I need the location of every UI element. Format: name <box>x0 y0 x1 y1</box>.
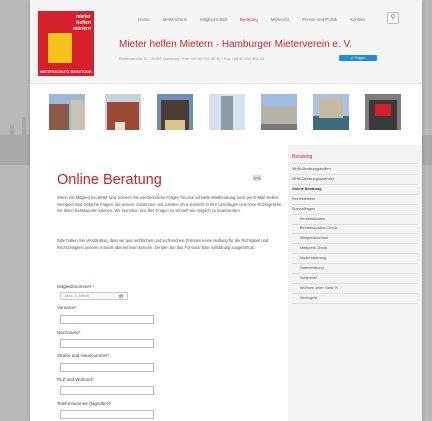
divider <box>292 282 418 284</box>
page-title: Online Beratung <box>57 172 162 188</box>
photo-strip <box>30 85 422 145</box>
sidebar-item[interactable]: Rechtstelefon <box>292 197 315 201</box>
sidebar-heading[interactable]: Beratung <box>292 154 312 160</box>
check-icon: ✔ <box>350 56 354 60</box>
divider <box>292 193 418 195</box>
sidebar-item[interactable]: Mietpreisbremse <box>300 236 328 240</box>
sidebar-item[interactable]: Modernisierung <box>300 256 326 260</box>
search-button[interactable]: ⚲ <box>387 12 399 24</box>
divider <box>292 174 418 175</box>
eye-icon[interactable]: 👁 <box>118 294 124 300</box>
photo-tower <box>209 94 245 130</box>
photo-apartments <box>157 94 193 130</box>
site-title: Mieter helfen Mietern · Hamburger Mieter… <box>119 39 353 50</box>
sidebar-item[interactable]: MHM-Beratungskalender <box>292 177 334 181</box>
sidebar-item[interactable]: Wohngeld <box>300 296 317 300</box>
sidebar-item[interactable]: Wohnen unter Hartz IV <box>300 286 339 290</box>
sidebar-item[interactable]: Mietpreis-Check <box>300 246 327 250</box>
contact-address: Bartelsstraße 30 · 20357 Hamburg · Fon +… <box>119 56 265 61</box>
photo-block <box>261 94 297 130</box>
logo-band: MIETERSCHUTZ BERATUNG <box>38 69 94 76</box>
nav-item-mitgliedschaft[interactable]: Mitgliedschaft <box>200 17 227 22</box>
divider <box>292 263 418 265</box>
nav-item-presse[interactable]: Presse und Politik <box>302 17 337 22</box>
divider <box>292 223 418 225</box>
sidebar-item[interactable]: Spezialfragen <box>292 207 315 211</box>
divider <box>292 183 418 185</box>
firstname-input[interactable] <box>60 315 154 324</box>
nav-item-kontakt[interactable]: Kontakt <box>350 17 365 22</box>
street-label: Straße und Hausnummer* <box>57 353 110 358</box>
divider <box>292 163 418 164</box>
nav-item-beratung[interactable]: Beratung <box>240 17 258 22</box>
sidebar-item[interactable]: Ratenmietung <box>300 266 324 270</box>
logo-yellow-block <box>48 33 72 63</box>
sidebar-item[interactable]: Betriebskosten-Check <box>300 226 337 230</box>
divider <box>292 243 418 245</box>
divider <box>292 213 418 215</box>
lastname-label: Nachname* <box>57 330 81 335</box>
photo-sign <box>365 94 401 130</box>
photo-street <box>49 94 85 130</box>
divider <box>292 203 418 205</box>
disclaimer-paragraph: Bitte haben Sie Verständnis, dass wir au… <box>57 238 269 250</box>
zip-city-label: PLZ und Wohnort* <box>57 377 94 382</box>
site-header: mieter helfen mietern MIETERSCHUTZ BERAT… <box>30 0 422 84</box>
sidebar-item[interactable]: Online Beratung <box>292 187 322 191</box>
photo-brick-house <box>105 94 141 130</box>
page: mieter helfen mietern MIETERSCHUTZ BERAT… <box>30 0 422 421</box>
phone-input[interactable] <box>60 410 154 419</box>
member-number-input[interactable]: Max. 5 Ziffern 👁 <box>60 292 128 300</box>
logo-wordmark: mieter helfen mietern <box>72 14 91 32</box>
divider <box>292 292 418 294</box>
firstname-label: Vorname* <box>57 305 77 310</box>
twitter-follow-button[interactable]: ✔ Folgen <box>339 55 377 61</box>
sidebar: Beratung MHM-Beratungsstellen MHM-Beratun… <box>288 145 422 421</box>
follow-label: Folgen <box>354 56 366 60</box>
sidebar-item[interactable]: MHM-Beratungsstellen <box>292 167 331 171</box>
intro-paragraph: Wenn Sie Mitglied bei MHM sind, können S… <box>57 195 282 214</box>
printer-icon[interactable] <box>253 175 261 181</box>
member-number-placeholder: Max. 5 Ziffern <box>65 293 90 298</box>
divider <box>292 233 418 235</box>
nav-item-home[interactable]: Home <box>138 17 150 22</box>
member-number-label: Mitgliedsnummer * <box>57 284 95 289</box>
photo-lake <box>313 94 349 130</box>
divider <box>292 273 418 274</box>
street-input[interactable] <box>60 363 154 372</box>
nav-item-mietrecht[interactable]: Mietrecht <box>271 17 289 22</box>
top-navigation: Home MHM-Verein Mitgliedschaft Beratung … <box>138 17 378 22</box>
sidebar-item[interactable]: Schimmel <box>300 276 317 280</box>
phone-label: Telefonnummer (tagsüber)* <box>57 401 112 406</box>
main-content: Online Beratung Wenn Sie Mitglied bei MH… <box>30 145 288 421</box>
divider <box>292 302 418 304</box>
divider <box>292 253 418 255</box>
lastname-input[interactable] <box>60 339 154 348</box>
search-icon: ⚲ <box>390 14 396 21</box>
logo[interactable]: mieter helfen mietern <box>38 11 94 73</box>
sidebar-item[interactable]: Betriebskosten <box>300 217 325 221</box>
nav-item-verein[interactable]: MHM-Verein <box>163 17 187 22</box>
zip-city-input[interactable] <box>60 386 154 395</box>
